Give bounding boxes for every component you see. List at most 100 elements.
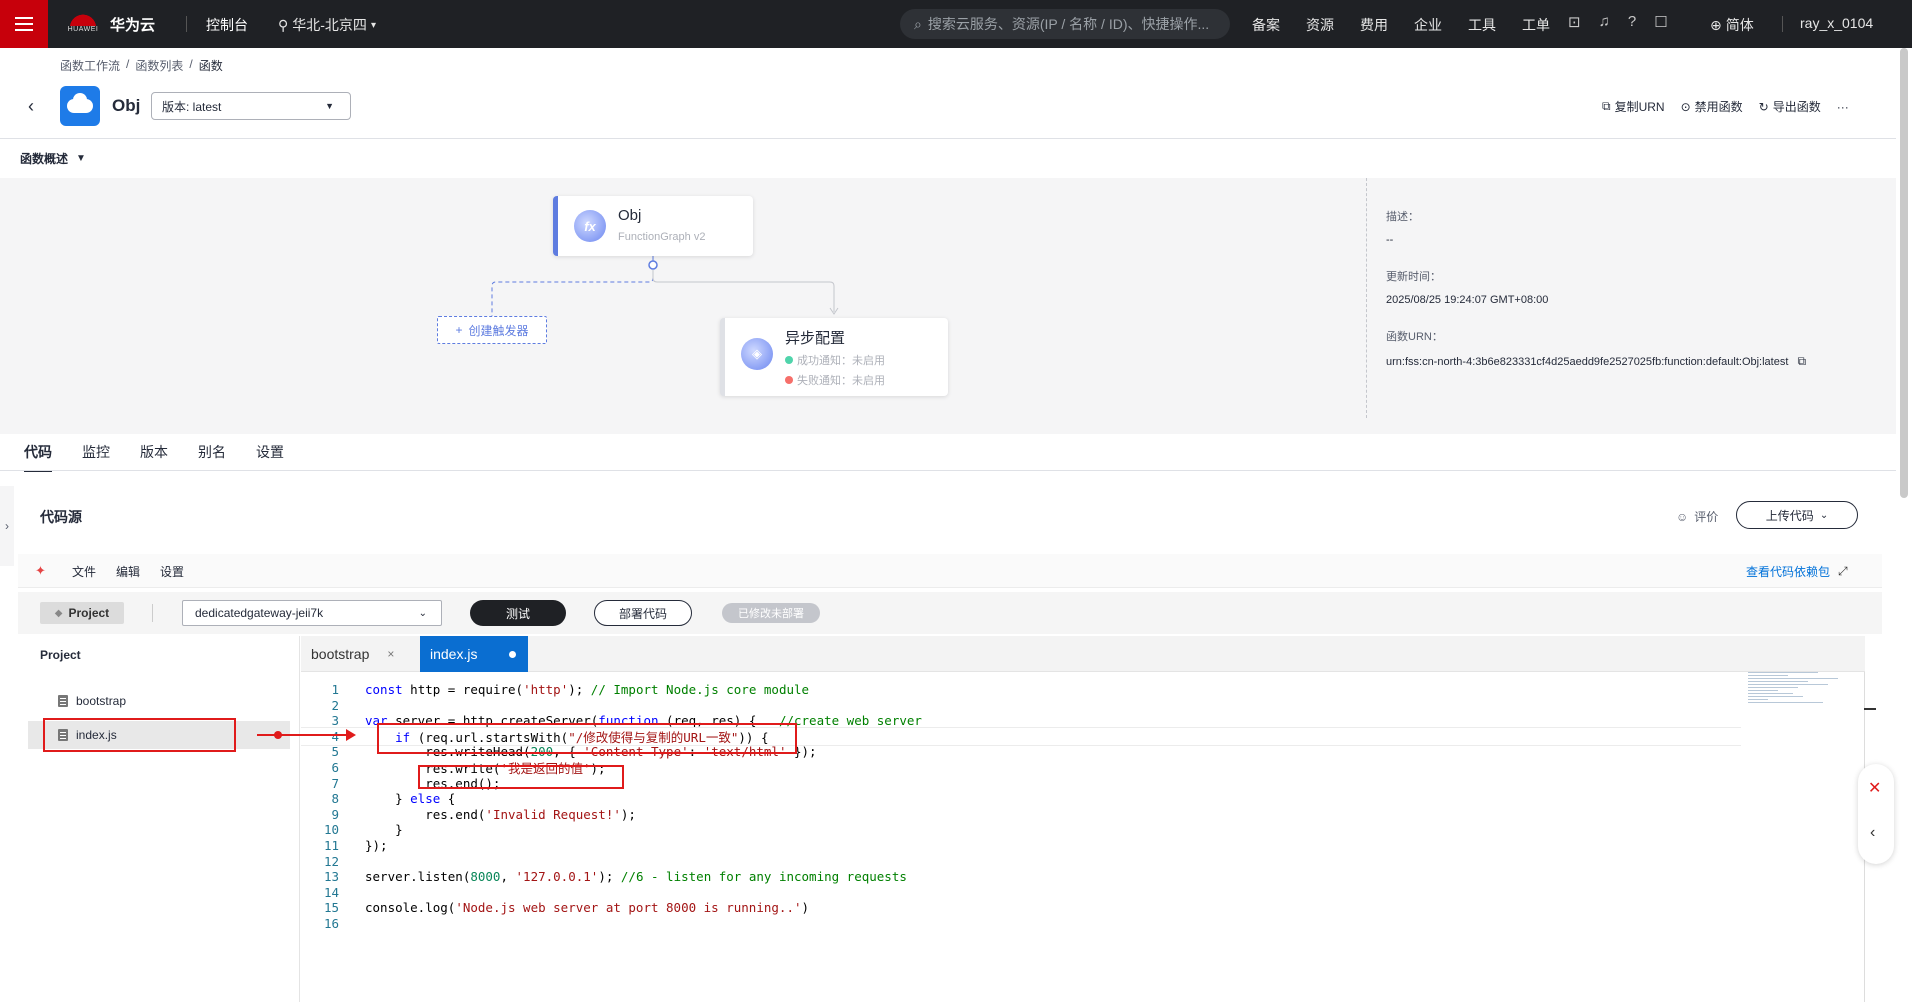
region-label: 华北-北京四 <box>292 17 367 33</box>
version-selector[interactable]: 版本: latest ▼ <box>151 92 351 120</box>
notification-bell-icon[interactable]: ♫ <box>1599 13 1610 31</box>
code-minimap[interactable] <box>1748 672 1858 712</box>
annotation-arrow-dot <box>274 731 282 739</box>
test-button[interactable]: 测试 <box>470 600 566 626</box>
global-search-input[interactable]: ⌕ 搜索云服务、资源(IP / 名称 / ID)、快捷操作... <box>900 9 1230 39</box>
view-dependencies-link[interactable]: 查看代码依赖包 ⤢ <box>1746 563 1848 580</box>
close-icon[interactable]: × <box>387 647 394 661</box>
search-placeholder: 搜索云服务、资源(IP / 名称 / ID)、快捷操作... <box>927 16 1210 32</box>
nav-link-filing[interactable]: 备案 <box>1252 15 1280 35</box>
disable-function-button[interactable]: ⊙ 禁用函数 <box>1681 98 1743 115</box>
upload-code-button[interactable]: 上传代码 ⌄ <box>1736 501 1858 529</box>
feedback-icon[interactable]: ☐ <box>1654 13 1667 31</box>
breadcrumb: 函数工作流 / 函数列表 / 函数 <box>60 57 223 74</box>
deploy-code-button[interactable]: 部署代码 <box>594 600 692 626</box>
file-name: bootstrap <box>76 694 127 708</box>
tab-code[interactable]: 代码 <box>24 442 52 472</box>
fail-status-text: 失败通知：未启用 <box>797 375 885 387</box>
nav-link-resources[interactable]: 资源 <box>1306 15 1334 35</box>
menu-file[interactable]: 文件 <box>72 563 96 580</box>
huawei-logo[interactable]: HUAWEI <box>66 8 100 40</box>
async-config-title: 异步配置 <box>785 330 846 347</box>
nav-link-enterprise[interactable]: 企业 <box>1414 15 1442 35</box>
overview-toggle-label: 函数概述 <box>20 152 69 166</box>
ai-assistant-icon[interactable]: ✕ <box>1868 778 1881 798</box>
export-icon: ↻ <box>1758 99 1769 114</box>
functiongraph-icon: fx <box>574 210 606 242</box>
tab-monitoring[interactable]: 监控 <box>82 442 110 472</box>
chevron-left-icon[interactable]: ‹ <box>1870 824 1875 842</box>
hamburger-menu-button[interactable] <box>0 0 48 48</box>
editor-tab-index-js[interactable]: index.js <box>420 636 528 672</box>
project-icon: ◆ <box>54 607 63 619</box>
smiley-icon: ☺ <box>1676 509 1689 524</box>
caret-down-icon: ▼ <box>76 153 86 164</box>
copy-urn-button[interactable]: ⧉ 复制URN <box>1602 98 1665 115</box>
nav-link-tickets[interactable]: 工单 <box>1522 15 1550 35</box>
rate-label: 评价 <box>1694 510 1719 524</box>
copy-icon[interactable]: ⧉ <box>1797 354 1806 368</box>
page-scrollbar[interactable] <box>1900 48 1908 498</box>
brand-name[interactable]: 华为云 <box>110 14 155 35</box>
disable-icon: ⊙ <box>1680 99 1691 114</box>
version-label: 版本: latest <box>162 99 222 114</box>
code-editor[interactable]: 1 const http = require('http'); // Import… <box>301 672 1865 1002</box>
view-dependencies-label: 查看代码依赖包 <box>1746 565 1831 579</box>
annotation-box-index-js <box>43 718 236 752</box>
function-urn-value: urn:fss:cn-north-4:3b6e823331cf4d25aedd9… <box>1386 354 1806 369</box>
chevron-down-icon: ▾ <box>370 19 376 31</box>
chevron-down-icon: ⌄ <box>1819 509 1829 521</box>
overview-toggle[interactable]: 函数概述 ▼ <box>20 150 86 167</box>
nav-link-billing[interactable]: 费用 <box>1360 15 1388 35</box>
top-nav-bar: HUAWEI 华为云 控制台 ⚲ 华北-北京四 ▾ ⌕ 搜索云服务、资源(IP … <box>0 0 1912 48</box>
description-label: 描述： <box>1386 211 1419 223</box>
cloud-shell-icon[interactable]: ⊡ <box>1568 13 1581 31</box>
more-actions-button[interactable]: ··· <box>1837 100 1849 114</box>
fullscreen-icon[interactable]: ⤢ <box>1838 564 1848 579</box>
info-divider <box>1366 178 1367 418</box>
annotation-arrow-head <box>346 729 356 741</box>
project-button[interactable]: ◆ Project <box>40 602 124 624</box>
breadcrumb-function-list[interactable]: 函数列表 <box>135 57 183 74</box>
header-divider <box>0 138 1896 139</box>
language-selector[interactable]: ⊕ 简体 <box>1710 15 1754 35</box>
upload-code-label: 上传代码 <box>1765 508 1814 523</box>
line-number: 16 <box>323 916 339 931</box>
nav-link-tools[interactable]: 工具 <box>1468 15 1496 35</box>
breadcrumb-function: 函数 <box>198 59 223 73</box>
editor-tab-bootstrap[interactable]: bootstrap × <box>301 636 419 672</box>
file-item-bootstrap[interactable]: bootstrap <box>28 687 290 715</box>
huawei-petals-icon <box>70 8 96 26</box>
back-arrow-icon[interactable]: ‹ <box>28 96 34 117</box>
fail-status-dot <box>785 376 793 384</box>
annotation-box-url-path <box>377 723 797 754</box>
user-account-menu[interactable]: ray_x_0104 <box>1800 15 1873 31</box>
explorer-title: Project <box>40 648 81 662</box>
region-selector[interactable]: ⚲ 华北-北京四 ▾ <box>278 15 376 35</box>
top-nav-icons: ⊡ ♫ ? ☐ <box>1568 13 1668 31</box>
menu-edit[interactable]: 编辑 <box>116 563 140 580</box>
tab-settings[interactable]: 设置 <box>256 442 284 472</box>
breadcrumb-functiongraph[interactable]: 函数工作流 <box>60 57 120 74</box>
console-link[interactable]: 控制台 <box>206 15 248 35</box>
breadcrumb-separator: / <box>189 57 193 71</box>
menu-settings[interactable]: 设置 <box>160 563 184 580</box>
rate-button[interactable]: ☺ 评价 <box>1676 508 1718 525</box>
fail-notification-status: 失败通知：未启用 <box>785 372 885 388</box>
language-label: 简体 <box>1725 17 1754 33</box>
top-nav-links: 备案 资源 费用 企业 工具 工单 <box>1252 15 1550 35</box>
code-line[interactable]: 16 <box>301 914 1741 933</box>
tab-versions[interactable]: 版本 <box>140 442 168 472</box>
export-function-button[interactable]: ↻ 导出函数 <box>1759 98 1821 115</box>
nav-divider <box>1782 16 1783 32</box>
nav-divider <box>186 16 187 32</box>
plus-icon: + <box>455 323 463 337</box>
help-icon[interactable]: ? <box>1628 13 1636 31</box>
toolbar-divider <box>152 604 153 622</box>
function-node-obj[interactable]: fx Obj FunctionGraph v2 <box>553 196 753 256</box>
gateway-selector[interactable]: dedicatedgateway-jeii7k ⌄ <box>182 600 442 626</box>
tab-aliases[interactable]: 别名 <box>198 442 226 472</box>
side-panel-toggle[interactable]: › <box>0 486 14 566</box>
async-config-node[interactable]: ◈ 异步配置 成功通知：未启用 失败通知：未启用 <box>720 318 948 396</box>
create-trigger-button[interactable]: + 创建触发器 <box>437 316 547 344</box>
